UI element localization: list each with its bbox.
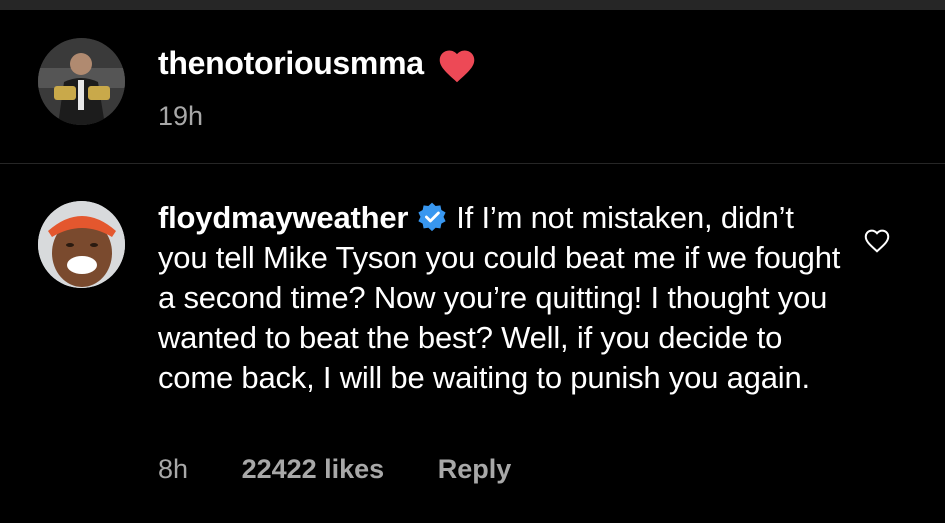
avatar-image (38, 38, 125, 125)
avatar-image (38, 201, 125, 288)
avatar-thenotoriousmma[interactable] (38, 38, 125, 125)
comment-meta: 8h 22422 likes Reply (158, 454, 511, 485)
reply-button[interactable]: Reply (438, 454, 512, 485)
post-timestamp: 19h (158, 101, 204, 131)
post-username[interactable]: thenotoriousmma (158, 45, 424, 82)
comment-username[interactable]: floydmayweather (158, 200, 408, 235)
avatar-floydmayweather[interactable] (38, 201, 125, 288)
post-header (0, 10, 945, 163)
comment-timestamp: 8h (158, 454, 189, 484)
divider (0, 163, 945, 164)
comment-body: floydmayweather If I’m not mistaken, did… (158, 198, 848, 398)
comment-likes-count[interactable]: 22422 likes (242, 454, 385, 485)
heart-filled-icon (439, 50, 475, 83)
heart-outline-icon[interactable] (862, 225, 892, 255)
top-bar (0, 0, 945, 10)
verified-badge-icon (418, 202, 446, 232)
